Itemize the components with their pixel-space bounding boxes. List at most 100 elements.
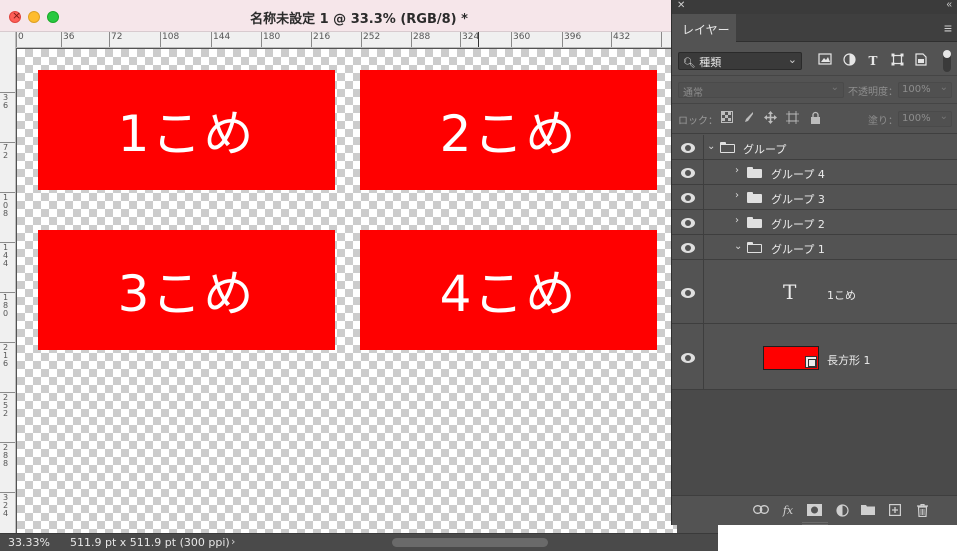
ruler-label: 360 [513,32,531,42]
ruler-label: 216 [3,343,9,368]
ruler-label: 216 [313,32,331,42]
layer-name: グループ 2 [771,218,825,231]
new-group-icon[interactable] [860,504,876,518]
zoom-level[interactable]: 33.33% [8,536,50,549]
opacity-input[interactable]: 100% ⌄ [898,82,952,98]
chevron-down-icon: ⌄ [939,111,948,122]
layer-row-group-4[interactable]: › グループ 4 [672,160,957,185]
chevron-right-icon[interactable]: › [735,215,739,226]
visibility-eye-icon[interactable] [681,143,695,153]
new-layer-icon[interactable] [887,504,903,518]
mask-icon[interactable] [806,504,822,518]
visibility-eye-icon[interactable] [681,353,695,363]
chevron-right-icon[interactable]: › [735,165,739,176]
layers-list: ⌄ グループ › グループ 4 › グループ 3 › グループ 2 ⌄ グループ… [672,135,957,495]
layers-panel: ✕ « レイヤー ≡ 🔍︎ 種類 ⌄ T 通常 ⌄ 不透明度： 100% ⌄ ロ… [671,0,957,525]
type-filter-icon[interactable]: T [865,53,881,69]
lock-all-icon[interactable] [808,111,822,125]
chevron-right-icon[interactable]: › [735,190,739,201]
layer-row-text-1[interactable]: T 1こめ [672,260,957,324]
rectangle-label: 1こめ [117,105,256,163]
shape-filter-icon[interactable] [889,53,905,69]
fill-value: 100% [902,113,931,124]
chevron-down-icon: ⌄ [830,82,839,93]
visibility-eye-icon[interactable] [681,218,695,228]
panel-header-strip: ✕ « [672,0,957,14]
layer-row-group-3[interactable]: › グループ 3 [672,185,957,210]
chevron-down-icon[interactable]: ⌄ [734,241,742,252]
fill-input[interactable]: 100% ⌄ [898,111,952,127]
filter-toggle[interactable] [943,50,951,72]
blend-mode-label: 通常 [683,88,703,99]
link-icon[interactable] [753,504,769,518]
document-canvas[interactable]: 1こめ 2こめ 3こめ 4こめ [17,49,677,533]
search-icon: 🔍︎ [683,58,696,69]
lock-position-icon[interactable] [763,111,777,125]
folder-icon [747,167,762,178]
ruler-label: 72 [111,32,123,42]
close-panel-icon[interactable]: ✕ [677,0,685,11]
folder-icon [747,217,762,228]
trash-icon[interactable] [914,503,930,518]
lock-transparent-pixels-icon[interactable] [720,111,734,125]
rectangle-label: 4こめ [439,265,578,323]
lock-artboard-icon[interactable] [785,111,799,125]
red-rectangle-2[interactable]: 2こめ [360,70,657,190]
opacity-value: 100% [902,84,931,95]
visibility-eye-icon[interactable] [681,193,695,203]
image-filter-icon[interactable] [817,53,833,69]
layer-name: グループ 1 [771,243,825,256]
adjustment-filter-icon[interactable] [841,53,857,69]
folder-icon [747,242,762,253]
adjustment-icon[interactable] [834,504,850,518]
ruler-vertical[interactable]: 36 72 108 144 180 216 252 288 324 [0,32,16,533]
type-layer-icon: T [783,280,797,304]
ruler-label: 180 [263,32,281,42]
layer-name: グループ [743,143,787,156]
layer-row-group-1[interactable]: ⌄ グループ 1 [672,235,957,260]
panel-footer: fx [672,495,957,525]
red-rectangle-3[interactable]: 3こめ [38,230,335,350]
document-title: 名称未設定 1 @ 33.3% (RGB/8) * [250,12,468,27]
layer-name: グループ 4 [771,168,825,181]
document-titlebar[interactable]: 名称未設定 1 @ 33.3% (RGB/8) * [0,0,718,32]
photoshop-window: 名称未設定 1 @ 33.3% (RGB/8) * 0 36 72 108 14… [0,0,957,551]
folder-icon [720,142,735,153]
ruler-horizontal[interactable]: 0 36 72 108 144 180 216 252 288 324 360 … [16,32,718,48]
lock-image-pixels-icon[interactable] [741,111,755,125]
visibility-eye-icon[interactable] [681,288,695,298]
shape-layer-icon [805,356,817,368]
panel-menu-icon[interactable]: ≡ [944,20,952,36]
tab-layers[interactable]: レイヤー [672,14,736,42]
layer-row-rectangle-1[interactable]: 長方形 1 [672,324,957,390]
collapse-panel-icon[interactable]: « [946,0,952,10]
horizontal-scrollbar[interactable] [392,538,548,547]
layer-row-group-2[interactable]: › グループ 2 [672,210,957,235]
fx-icon[interactable]: fx [780,504,796,518]
rectangle-label: 2こめ [439,105,578,163]
ruler-label: 108 [3,193,9,218]
ruler-label: 252 [363,32,381,42]
rectangle-label: 3こめ [117,265,256,323]
folder-icon [747,192,762,203]
blend-mode-select[interactable]: 通常 ⌄ [678,82,844,99]
fill-label: 塗り： [868,116,898,127]
ruler-label: 324 [462,32,480,42]
panel-resize-grip[interactable] [802,522,828,525]
chevron-right-icon[interactable]: › [231,535,235,548]
ruler-label: 288 [3,443,9,468]
chevron-down-icon[interactable]: ⌄ [707,141,715,152]
smart-object-filter-icon[interactable] [913,53,929,69]
status-bar: 33.33% 511.9 pt x 511.9 pt (300 ppi) › [0,533,718,551]
red-rectangle-4[interactable]: 4こめ [360,230,657,350]
ruler-label: 144 [3,243,9,268]
ruler-label: 108 [162,32,180,42]
layer-name: グループ 3 [771,193,825,206]
visibility-eye-icon[interactable] [681,243,695,253]
filter-kind-select[interactable]: 🔍︎ 種類 ⌄ [678,52,802,70]
ruler-label: 252 [3,393,9,418]
red-rectangle-1[interactable]: 1こめ [38,70,335,190]
layer-row-group[interactable]: ⌄ グループ [672,135,957,160]
visibility-eye-icon[interactable] [681,168,695,178]
layer-name: 1こめ [827,289,856,302]
